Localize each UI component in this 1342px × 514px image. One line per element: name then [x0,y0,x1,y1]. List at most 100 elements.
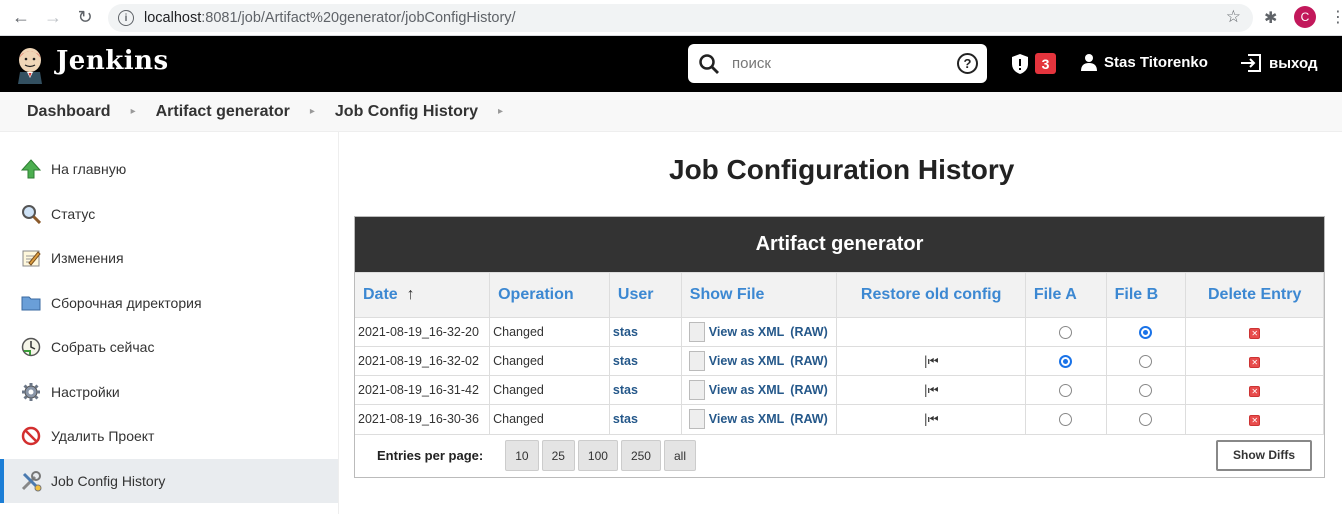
delete-icon[interactable]: ✕ [1249,415,1261,427]
user-link[interactable]: stas [613,354,638,368]
column-header-date[interactable]: Date ↑ [355,272,491,318]
show-diffs-button[interactable]: Show Diffs [1216,439,1312,471]
jenkins-header: Jenkins поиск ? 3 Stas Titorenko выход [0,36,1342,92]
sidebar-item-job-config-history[interactable]: Job Config History [0,458,338,503]
sidebar-item-build-now[interactable]: Собрать сейчас [0,325,338,370]
restore-icon[interactable]: |⏮ [924,354,939,368]
sidebar-item-changes[interactable]: Изменения [0,236,338,281]
profile-avatar[interactable]: C [1294,6,1316,28]
forward-icon[interactable]: → [41,6,65,30]
file-b-radio[interactable] [1139,326,1153,340]
column-header-show-file[interactable]: Show File [681,272,838,318]
help-icon[interactable]: ? [957,53,978,74]
restore-icon[interactable]: |⏮ [924,412,939,426]
address-bar[interactable]: i localhost:8081/job/Artifact%20generato… [108,4,1253,32]
user-link[interactable]: stas [613,383,638,397]
delete-icon[interactable]: ✕ [1249,386,1261,397]
chevron-right-icon[interactable]: ▸ [131,106,136,117]
cell-file-b [1106,317,1187,347]
sidebar-item-home[interactable]: На главную [0,147,338,192]
page-size-25-button[interactable]: 25 [541,440,575,471]
cell-delete: ✕ [1185,404,1324,434]
bookmark-star-icon[interactable]: ☆ [1226,7,1241,27]
sidebar-item-delete-project[interactable]: Удалить Проект [0,414,338,459]
security-shield-icon[interactable] [1010,53,1030,75]
logout-icon [1241,54,1261,72]
file-a-radio[interactable] [1059,413,1073,427]
user-name[interactable]: Stas Titorenko [1104,54,1208,71]
cell-file-a [1025,317,1107,347]
view-xml-link[interactable]: View as XML [709,325,785,339]
file-a-radio[interactable] [1059,355,1073,369]
delete-icon[interactable]: ✕ [1249,328,1261,339]
logout-button[interactable]: выход [1240,53,1318,73]
page-title: Job Configuration History [669,154,1015,185]
view-xml-link[interactable]: View as XML [709,383,785,397]
chevron-right-icon[interactable]: ▸ [310,106,315,117]
user-link[interactable]: stas [613,412,638,426]
column-header-delete[interactable]: Delete Entry [1185,272,1324,318]
url-text[interactable]: localhost:8081/job/Artifact%20generator/… [144,10,516,26]
cell-delete: ✕ [1185,346,1324,376]
raw-link[interactable]: (RAW) [790,383,828,397]
search-input[interactable]: поиск ? [688,44,987,83]
raw-link[interactable]: (RAW) [790,325,828,339]
column-header-user[interactable]: User [609,272,682,318]
site-info-icon[interactable]: i [118,10,134,26]
jenkins-logo-icon[interactable] [14,46,46,84]
chevron-right-icon[interactable]: ▸ [498,106,503,117]
cell-delete: ✕ [1185,375,1324,405]
user-menu[interactable]: Stas Titorenko [1080,53,1208,71]
cell-date: 2021-08-19_16-32-20 [355,317,491,347]
magnifier-icon [20,203,42,225]
breadcrumb-job[interactable]: Artifact generator [156,103,290,121]
raw-link[interactable]: (RAW) [790,354,828,368]
page-size-all-button[interactable]: all [663,440,696,471]
cell-file-a [1025,346,1107,376]
reload-icon[interactable]: ↻ [73,6,97,30]
breadcrumb: Dashboard ▸ Artifact generator ▸ Job Con… [0,92,1342,132]
gear-icon [20,381,42,403]
cell-operation: Changed [489,346,610,376]
clock-icon [20,336,42,358]
sidebar-item-label: Настройки [51,383,120,400]
sidebar-item-workspace[interactable]: Сборочная директория [0,281,338,326]
sidebar-item-label: Статус [51,205,96,222]
file-b-radio[interactable] [1139,413,1153,427]
cell-file-a [1025,404,1107,434]
breadcrumb-dashboard[interactable]: Dashboard [27,103,111,121]
cell-operation: Changed [489,404,610,434]
column-header-restore[interactable]: Restore old config [836,272,1026,318]
logout-label[interactable]: выход [1269,55,1318,72]
file-b-radio[interactable] [1139,355,1153,369]
table-row: 2021-08-19_16-30-36 Changed stas View as… [355,404,1324,434]
sidebar-item-label: На главную [51,161,127,178]
column-header-file-a[interactable]: File A [1025,272,1107,318]
file-b-radio[interactable] [1139,384,1153,398]
page-size-100-button[interactable]: 100 [577,440,618,471]
sort-arrow-icon[interactable]: ↑ [407,286,415,303]
page-size-10-button[interactable]: 10 [505,440,539,471]
alert-count-badge[interactable]: 3 [1035,53,1056,74]
sidebar-item-label: Сборочная директория [51,294,202,311]
column-header-operation[interactable]: Operation [489,272,610,318]
user-link[interactable]: stas [613,325,638,339]
app-title[interactable]: Jenkins [56,46,169,76]
browser-menu-icon[interactable]: ⋮ [1330,8,1342,28]
table-row: 2021-08-19_16-32-02 Changed stas View as… [355,346,1324,376]
view-xml-link[interactable]: View as XML [709,412,785,426]
extensions-icon[interactable]: ✱ [1264,8,1282,27]
column-header-file-b[interactable]: File B [1106,272,1187,318]
sidebar-item-status[interactable]: Статус [0,192,338,237]
sidebar-item-configure[interactable]: Настройки [0,370,338,415]
breadcrumb-config-history[interactable]: Job Config History [335,103,478,121]
search-icon [699,53,719,74]
delete-icon[interactable]: ✕ [1249,357,1261,368]
file-a-radio[interactable] [1059,326,1073,340]
page-size-250-button[interactable]: 250 [620,440,661,471]
back-icon[interactable]: ← [9,6,33,30]
view-xml-link[interactable]: View as XML [709,354,785,368]
raw-link[interactable]: (RAW) [790,412,828,426]
file-a-radio[interactable] [1059,384,1073,398]
restore-icon[interactable]: |⏮ [924,383,939,397]
